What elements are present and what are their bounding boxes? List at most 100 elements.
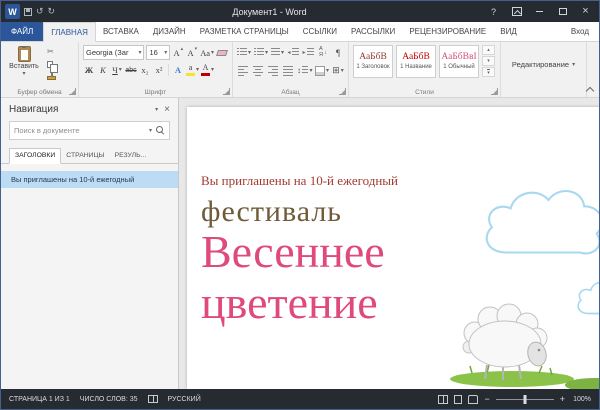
save-icon[interactable] bbox=[24, 8, 32, 16]
read-mode-button[interactable] bbox=[438, 395, 448, 404]
change-case-button[interactable]: Аа▾ bbox=[200, 46, 214, 60]
zoom-slider-handle[interactable] bbox=[523, 395, 526, 404]
line-spacing-button[interactable]: ↕▾ bbox=[297, 64, 312, 77]
styles-dialog-launcher[interactable] bbox=[491, 88, 498, 95]
align-left-button[interactable] bbox=[237, 64, 249, 77]
zoom-out-button[interactable]: − bbox=[484, 395, 489, 404]
text-effects-button[interactable]: А bbox=[172, 63, 184, 77]
doc-title-line1[interactable]: Весеннее bbox=[201, 227, 599, 278]
search-input[interactable] bbox=[14, 126, 145, 135]
styles-scroll-down-button[interactable]: ▾ bbox=[482, 56, 495, 66]
align-right-button[interactable] bbox=[267, 64, 279, 77]
font-color-button[interactable]: А▾ bbox=[201, 63, 214, 77]
page-indicator[interactable]: СТРАНИЦА 1 ИЗ 1 bbox=[9, 396, 70, 403]
chevron-down-icon: ▾ bbox=[326, 68, 329, 74]
sort-button[interactable]: АЯ↓ bbox=[317, 46, 329, 59]
bullets-button[interactable]: ▾ bbox=[237, 46, 251, 59]
proofing-icon[interactable] bbox=[148, 395, 158, 403]
tab-references[interactable]: ССЫЛКИ bbox=[296, 22, 344, 41]
doc-title-line2[interactable]: цветение bbox=[201, 278, 599, 329]
print-layout-button[interactable] bbox=[454, 395, 462, 404]
zoom-slider[interactable] bbox=[496, 399, 554, 400]
redo-icon[interactable]: ↻ bbox=[48, 7, 56, 16]
doc-intro[interactable]: Вы приглашены на 10-й ежегодный bbox=[201, 173, 599, 189]
styles-scroll-up-button[interactable]: ▴ bbox=[482, 45, 495, 55]
shading-button[interactable]: ▾ bbox=[315, 64, 329, 77]
tab-design[interactable]: ДИЗАЙН bbox=[146, 22, 193, 41]
minimize-button[interactable] bbox=[530, 4, 549, 19]
chevron-down-icon: ▾ bbox=[138, 50, 141, 56]
highlight-color-button[interactable]: а▾ bbox=[186, 63, 199, 77]
collapse-ribbon-button[interactable] bbox=[586, 86, 594, 93]
paragraph-dialog-launcher[interactable] bbox=[339, 88, 346, 95]
tab-file[interactable]: ФАЙЛ bbox=[1, 22, 43, 41]
tab-mailings[interactable]: РАССЫЛКИ bbox=[344, 22, 402, 41]
font-dialog-launcher[interactable] bbox=[223, 88, 230, 95]
numbering-button[interactable]: ▾ bbox=[254, 46, 268, 59]
maximize-icon bbox=[559, 8, 567, 15]
nav-tab-pages[interactable]: СТРАНИЦЫ bbox=[61, 149, 109, 163]
strikethrough-button[interactable]: abc bbox=[125, 63, 137, 77]
bold-button[interactable]: Ж bbox=[83, 63, 95, 77]
zoom-level[interactable]: 100% bbox=[571, 396, 591, 403]
maximize-button[interactable] bbox=[553, 4, 572, 19]
underline-button[interactable]: Ч▾ bbox=[111, 63, 123, 77]
bullets-icon bbox=[237, 48, 239, 57]
navigation-options-icon[interactable]: ▾ bbox=[155, 106, 158, 113]
search-options-icon[interactable]: ▾ bbox=[149, 128, 152, 134]
zoom-in-button[interactable]: + bbox=[560, 395, 565, 404]
style-preview: АаБбВ bbox=[359, 53, 387, 63]
navigation-close-icon[interactable]: × bbox=[164, 105, 170, 115]
undo-icon[interactable]: ↺ bbox=[36, 7, 44, 16]
close-button[interactable]: × bbox=[576, 4, 595, 19]
window-title: Документ1 - Word bbox=[59, 7, 480, 17]
tab-insert[interactable]: ВСТАВКА bbox=[96, 22, 146, 41]
help-button[interactable]: ? bbox=[484, 4, 503, 19]
style-card-0[interactable]: АаБбВ 1 Заголовок bbox=[353, 45, 393, 78]
increase-indent-button[interactable]: ▸ bbox=[302, 46, 314, 59]
justify-button[interactable] bbox=[282, 64, 294, 77]
format-painter-button[interactable] bbox=[47, 73, 56, 82]
editing-group[interactable]: Редактирование ▾ bbox=[501, 42, 587, 97]
tab-review[interactable]: РЕЦЕНЗИРОВАНИЕ bbox=[402, 22, 493, 41]
language-indicator[interactable]: РУССКИЙ bbox=[168, 396, 201, 403]
font-family-select[interactable]: Georgia (Заг ▾ bbox=[83, 45, 144, 60]
word-count[interactable]: ЧИСЛО СЛОВ: 35 bbox=[80, 396, 138, 403]
decrease-indent-icon bbox=[292, 48, 299, 57]
borders-button[interactable]: ⊞▾ bbox=[332, 64, 344, 77]
superscript-button[interactable]: x² bbox=[153, 63, 165, 77]
align-center-button[interactable] bbox=[252, 64, 264, 77]
tab-home[interactable]: ГЛАВНАЯ bbox=[43, 22, 96, 42]
navigation-search-box[interactable]: ▾ bbox=[9, 121, 170, 140]
paste-button[interactable]: Вставить ▾ bbox=[5, 45, 43, 84]
nav-tab-results[interactable]: РЕЗУЛЬ... bbox=[110, 149, 152, 163]
doc-subtitle[interactable]: фестиваль bbox=[201, 197, 599, 227]
tab-page-layout[interactable]: РАЗМЕТКА СТРАНИЦЫ bbox=[193, 22, 296, 41]
document-page[interactable]: Вы приглашены на 10-й ежегодный фестивал… bbox=[187, 107, 599, 389]
style-card-2[interactable]: АаБбВвІ 1 Обычный bbox=[439, 45, 479, 78]
style-card-1[interactable]: АаБбВ 1 Название bbox=[396, 45, 436, 78]
cut-button[interactable]: ✂ bbox=[47, 47, 56, 56]
ribbon-display-options-button[interactable] bbox=[507, 4, 526, 19]
shrink-font-button[interactable]: А▾ bbox=[186, 46, 198, 60]
grow-font-button[interactable]: А▴ bbox=[172, 46, 184, 60]
decrease-indent-button[interactable]: ◂ bbox=[287, 46, 299, 59]
clipboard-group-label: Буфер обмена bbox=[1, 89, 78, 96]
clear-formatting-button[interactable] bbox=[216, 46, 228, 60]
multilevel-list-button[interactable]: ▾ bbox=[271, 46, 284, 59]
copy-button[interactable] bbox=[47, 60, 56, 69]
styles-gallery-more-button[interactable]: ▾ bbox=[482, 67, 495, 77]
nav-tab-headings[interactable]: ЗАГОЛОВКИ bbox=[9, 148, 61, 164]
italic-button[interactable]: К bbox=[97, 63, 109, 77]
multilevel-list-icon bbox=[271, 48, 280, 57]
tab-view[interactable]: ВИД bbox=[493, 22, 524, 41]
font-size-select[interactable]: 16 ▾ bbox=[146, 45, 170, 60]
subscript-button[interactable]: x₂ bbox=[139, 63, 151, 77]
sign-in-button[interactable]: Вход bbox=[561, 22, 599, 41]
show-formatting-marks-button[interactable]: ¶ bbox=[332, 46, 344, 59]
search-icon[interactable] bbox=[156, 126, 165, 135]
borders-icon: ⊞ bbox=[332, 66, 340, 75]
nav-heading-item[interactable]: Вы приглашены на 10-й ежегодный bbox=[1, 171, 178, 188]
web-layout-button[interactable] bbox=[468, 395, 478, 404]
clipboard-dialog-launcher[interactable] bbox=[69, 88, 76, 95]
